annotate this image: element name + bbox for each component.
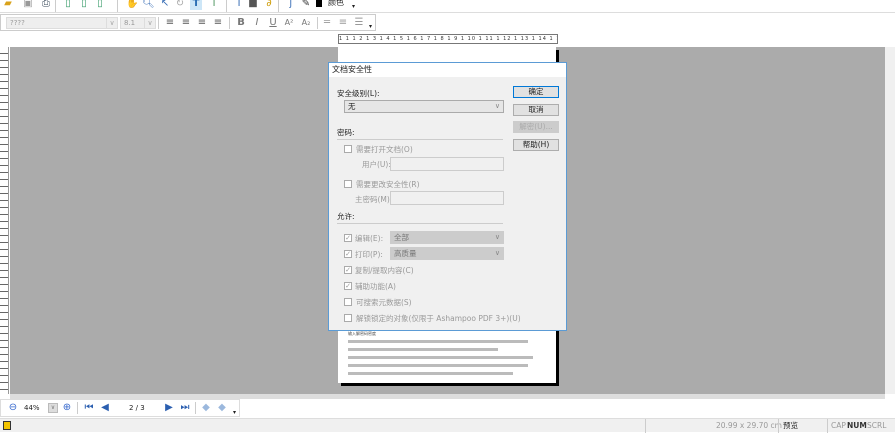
edit-label: 编辑(E): — [355, 234, 384, 243]
subscript-button[interactable]: A₂ — [300, 17, 312, 29]
help-button[interactable]: 帮助(H) — [513, 139, 559, 151]
link-icon[interactable]: ∂ — [263, 0, 275, 10]
require-change-checkbox[interactable] — [344, 180, 352, 188]
cancel-button[interactable]: 取消 — [513, 104, 559, 116]
line-spacing-1-icon[interactable]: ═ — [321, 17, 333, 29]
format-overflow-icon[interactable]: ▾ — [369, 23, 372, 30]
num-lock-indicator: NUM — [847, 421, 867, 430]
user-password-input[interactable] — [390, 157, 504, 171]
format-toolbar: ???? ∨ 8.1 ∨ ≡ ≡ ≡ ≡ B I U A² A₂ ═ ≡ ☰ ▾ — [0, 14, 376, 31]
eyedropper-icon[interactable]: ✎ — [300, 0, 312, 10]
ok-button[interactable]: 确定 — [513, 86, 559, 98]
print-checkbox[interactable]: ✓ — [344, 250, 352, 258]
pen-icon[interactable]: ʃ — [285, 0, 297, 10]
status-bar: 20.99 x 29.70 cm 预览 CAP NUM SCRL — [0, 418, 895, 433]
edit-value: 全部 — [394, 233, 409, 242]
toolbar-overflow-icon[interactable]: ▾ — [352, 3, 355, 10]
typewriter-icon[interactable]: T — [233, 0, 245, 10]
superscript-button[interactable]: A² — [283, 17, 295, 29]
print-label: 打印(P): — [355, 250, 383, 259]
justify-icon[interactable]: ≡ — [212, 17, 224, 29]
unlocked-icon — [3, 421, 11, 430]
allow-section-label: 允许: — [337, 212, 355, 221]
user-password-label: 用户(U): — [362, 160, 391, 169]
copy-label: 复制/提取内容(C) — [355, 266, 414, 275]
align-right-icon[interactable]: ≡ — [196, 17, 208, 29]
main-toolbar: ▰ ▣ ⎙ ▯ ▯ ▯ ✋ 🔍︎ ↖ ↻ T T T ■ ∂ ʃ ✎ 颜色 ▾ — [0, 0, 895, 13]
font-select[interactable]: ???? ∨ — [6, 17, 118, 29]
zoom-icon[interactable]: 🔍︎ — [142, 0, 155, 10]
back-icon[interactable]: ◆ — [200, 402, 212, 414]
zoom-level[interactable]: 44% — [24, 404, 40, 412]
text-edit-icon[interactable]: T — [208, 0, 220, 10]
vertical-scrollbar[interactable] — [885, 47, 895, 394]
copy-checkbox[interactable]: ✓ — [344, 266, 352, 274]
security-level-select[interactable]: 无 ∨ — [344, 100, 504, 113]
italic-button[interactable]: I — [251, 17, 263, 29]
edit-checkbox[interactable]: ✓ — [344, 234, 352, 242]
require-change-label: 需要更改安全性(R) — [356, 180, 420, 189]
dialog-title: 文档安全性 — [329, 63, 566, 77]
font-value: ???? — [10, 19, 25, 27]
underline-button[interactable]: U — [267, 17, 279, 29]
hand-icon[interactable]: ✋ — [126, 0, 138, 10]
horizontal-ruler: 1 1 1 2 1 3 1 4 1 5 1 6 1 7 1 8 1 9 1 10… — [338, 34, 558, 44]
align-left-icon[interactable]: ≡ — [164, 17, 176, 29]
nav-overflow-icon[interactable]: ▾ — [233, 409, 236, 416]
accessibility-label: 辅助功能(A) — [355, 282, 396, 291]
caps-lock-indicator: CAP — [831, 421, 846, 430]
document-security-dialog: 文档安全性 安全级别(L): 无 ∨ 密码: 需要打开文档(O) 用户(U): 需… — [328, 62, 567, 331]
unlock-checkbox[interactable] — [344, 314, 352, 322]
color-label[interactable]: 颜色 — [328, 0, 344, 8]
edit-select[interactable]: 全部 ∨ — [390, 231, 504, 244]
zoom-dropdown[interactable]: ∨ — [48, 403, 58, 413]
security-level-label: 安全级别(L): — [337, 89, 380, 98]
master-password-label: 主密码(M): — [355, 195, 393, 204]
select-arrow-icon[interactable]: ↖ — [159, 0, 171, 10]
first-page-icon[interactable]: ⏮ — [83, 402, 95, 414]
require-open-label: 需要打开文档(O) — [356, 145, 413, 154]
zoom-in-icon[interactable]: ⊕ — [61, 402, 73, 414]
font-size-value: 8.1 — [124, 19, 136, 27]
rotate-icon[interactable]: ↻ — [174, 0, 186, 10]
password-section-label: 密码: — [337, 128, 355, 137]
prev-page-icon[interactable]: ◀ — [99, 402, 111, 414]
bold-button[interactable]: B — [235, 17, 247, 29]
color-swatch[interactable] — [316, 0, 322, 7]
line-spacing-3-icon[interactable]: ☰ — [353, 17, 365, 29]
stamp-icon[interactable]: ■ — [247, 0, 259, 10]
navigation-bar: ⊖ 44% ∨ ⊕ ⏮ ◀ 2 / 3 ▶ ⏭ ◆ ◆ ▾ — [0, 399, 240, 417]
scroll-lock-indicator: SCRL — [867, 421, 887, 430]
zoom-out-icon[interactable]: ⊖ — [7, 402, 19, 414]
searchable-label: 可搜索元数据(S) — [356, 298, 412, 307]
font-size-select[interactable]: 8.1 ∨ — [120, 17, 156, 29]
security-level-value: 无 — [348, 102, 356, 111]
page-icon[interactable]: ▯ — [62, 0, 74, 10]
forward-icon[interactable]: ◆ — [216, 402, 228, 414]
page-heading: 输入解密码密度 — [348, 331, 376, 336]
vertical-ruler — [0, 47, 9, 394]
text-tool-icon[interactable]: T — [190, 0, 202, 10]
print-icon[interactable]: ⎙ — [40, 0, 52, 10]
unlock-label: 解锁锁定的对象(仅限于 Ashampoo PDF 3+)(U) — [356, 314, 521, 323]
last-page-icon[interactable]: ⏭ — [179, 402, 191, 414]
searchable-checkbox[interactable] — [344, 298, 352, 306]
save-icon[interactable]: ▣ — [22, 0, 34, 10]
page-size: 20.99 x 29.70 cm — [716, 421, 782, 430]
line-spacing-2-icon[interactable]: ≡ — [337, 17, 349, 29]
open-icon[interactable]: ▰ — [2, 0, 14, 10]
print-value: 高质量 — [394, 249, 417, 258]
page-export-icon[interactable]: ▯ — [94, 0, 106, 10]
master-password-input[interactable] — [390, 191, 504, 205]
decrypt-button[interactable]: 解密(U)... — [513, 121, 559, 133]
page-copy-icon[interactable]: ▯ — [78, 0, 90, 10]
page-indicator[interactable]: 2 / 3 — [129, 404, 145, 412]
require-open-checkbox[interactable] — [344, 145, 352, 153]
print-select[interactable]: 高质量 ∨ — [390, 247, 504, 260]
next-page-icon[interactable]: ▶ — [163, 402, 175, 414]
accessibility-checkbox[interactable]: ✓ — [344, 282, 352, 290]
align-center-icon[interactable]: ≡ — [180, 17, 192, 29]
view-mode: 预览 — [783, 421, 798, 430]
